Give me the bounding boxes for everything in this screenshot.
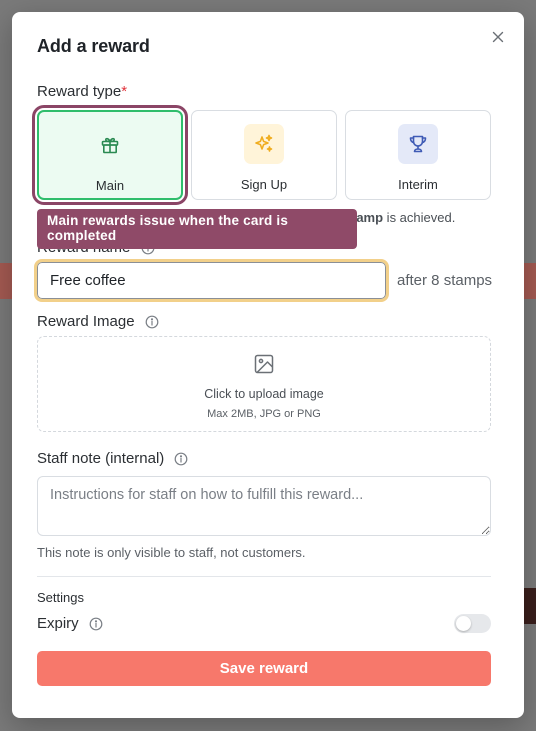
background-banner bbox=[524, 263, 536, 299]
close-icon bbox=[492, 31, 504, 43]
toggle-knob bbox=[456, 616, 471, 631]
info-icon[interactable] bbox=[89, 617, 103, 631]
staff-note-label: Staff note (internal) bbox=[37, 450, 188, 467]
sparkles-icon bbox=[244, 124, 284, 164]
stamps-suffix: after 8 stamps bbox=[397, 272, 493, 289]
background-button bbox=[524, 588, 536, 624]
info-icon[interactable] bbox=[174, 452, 188, 466]
staff-note-textarea[interactable] bbox=[37, 476, 491, 536]
reward-name-input[interactable] bbox=[34, 259, 389, 302]
reward-type-main[interactable]: Main bbox=[32, 105, 188, 205]
reward-type-label: Reward type* bbox=[37, 83, 128, 100]
trophy-icon bbox=[398, 124, 438, 164]
save-reward-button[interactable]: Save reward bbox=[37, 651, 491, 686]
reward-type-interim-label: Interim bbox=[398, 177, 438, 192]
gift-icon bbox=[90, 125, 130, 165]
close-button[interactable] bbox=[490, 29, 506, 45]
reward-type-main-label: Main bbox=[95, 178, 125, 193]
add-reward-modal: Add a reward Reward type* Main Sign Up I… bbox=[12, 12, 524, 718]
reward-image-label: Reward Image bbox=[37, 313, 159, 330]
image-icon bbox=[253, 353, 275, 380]
info-icon[interactable] bbox=[145, 315, 159, 329]
required-mark: * bbox=[121, 83, 128, 100]
upload-text: Click to upload image bbox=[204, 387, 324, 401]
reward-type-helper: tamp is achieved. bbox=[352, 210, 456, 225]
reward-type-signup[interactable]: Sign Up bbox=[191, 110, 337, 200]
settings-heading: Settings bbox=[37, 590, 84, 605]
expiry-toggle[interactable] bbox=[454, 614, 491, 633]
divider bbox=[37, 576, 491, 577]
upload-hint: Max 2MB, JPG or PNG bbox=[207, 408, 321, 420]
image-upload-dropzone[interactable]: Click to upload image Max 2MB, JPG or PN… bbox=[37, 336, 491, 432]
expiry-label: Expiry bbox=[37, 615, 103, 632]
modal-title: Add a reward bbox=[37, 36, 150, 56]
staff-note-help: This note is only visible to staff, not … bbox=[37, 545, 306, 560]
reward-type-interim[interactable]: Interim bbox=[345, 110, 491, 200]
background-banner bbox=[0, 263, 12, 299]
reward-type-tooltip: Main rewards issue when the card is comp… bbox=[37, 209, 357, 249]
reward-type-signup-label: Sign Up bbox=[240, 177, 288, 192]
